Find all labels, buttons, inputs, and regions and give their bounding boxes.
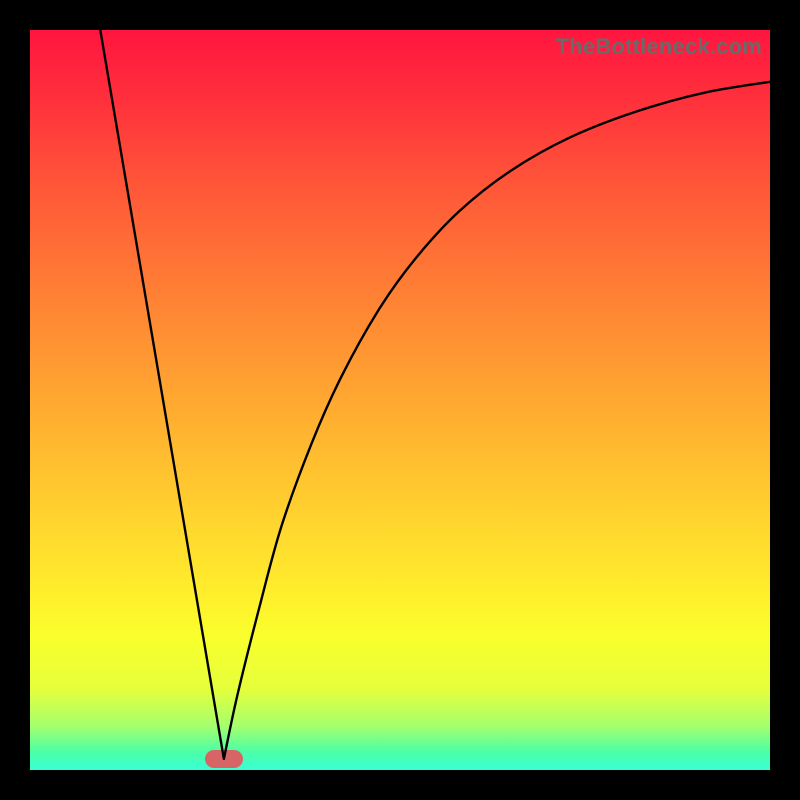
curve-path xyxy=(100,30,770,759)
gradient-plot-area: TheBottleneck.com xyxy=(30,30,770,770)
watermark-label: TheBottleneck.com xyxy=(556,34,762,60)
bottleneck-curve xyxy=(30,30,770,770)
